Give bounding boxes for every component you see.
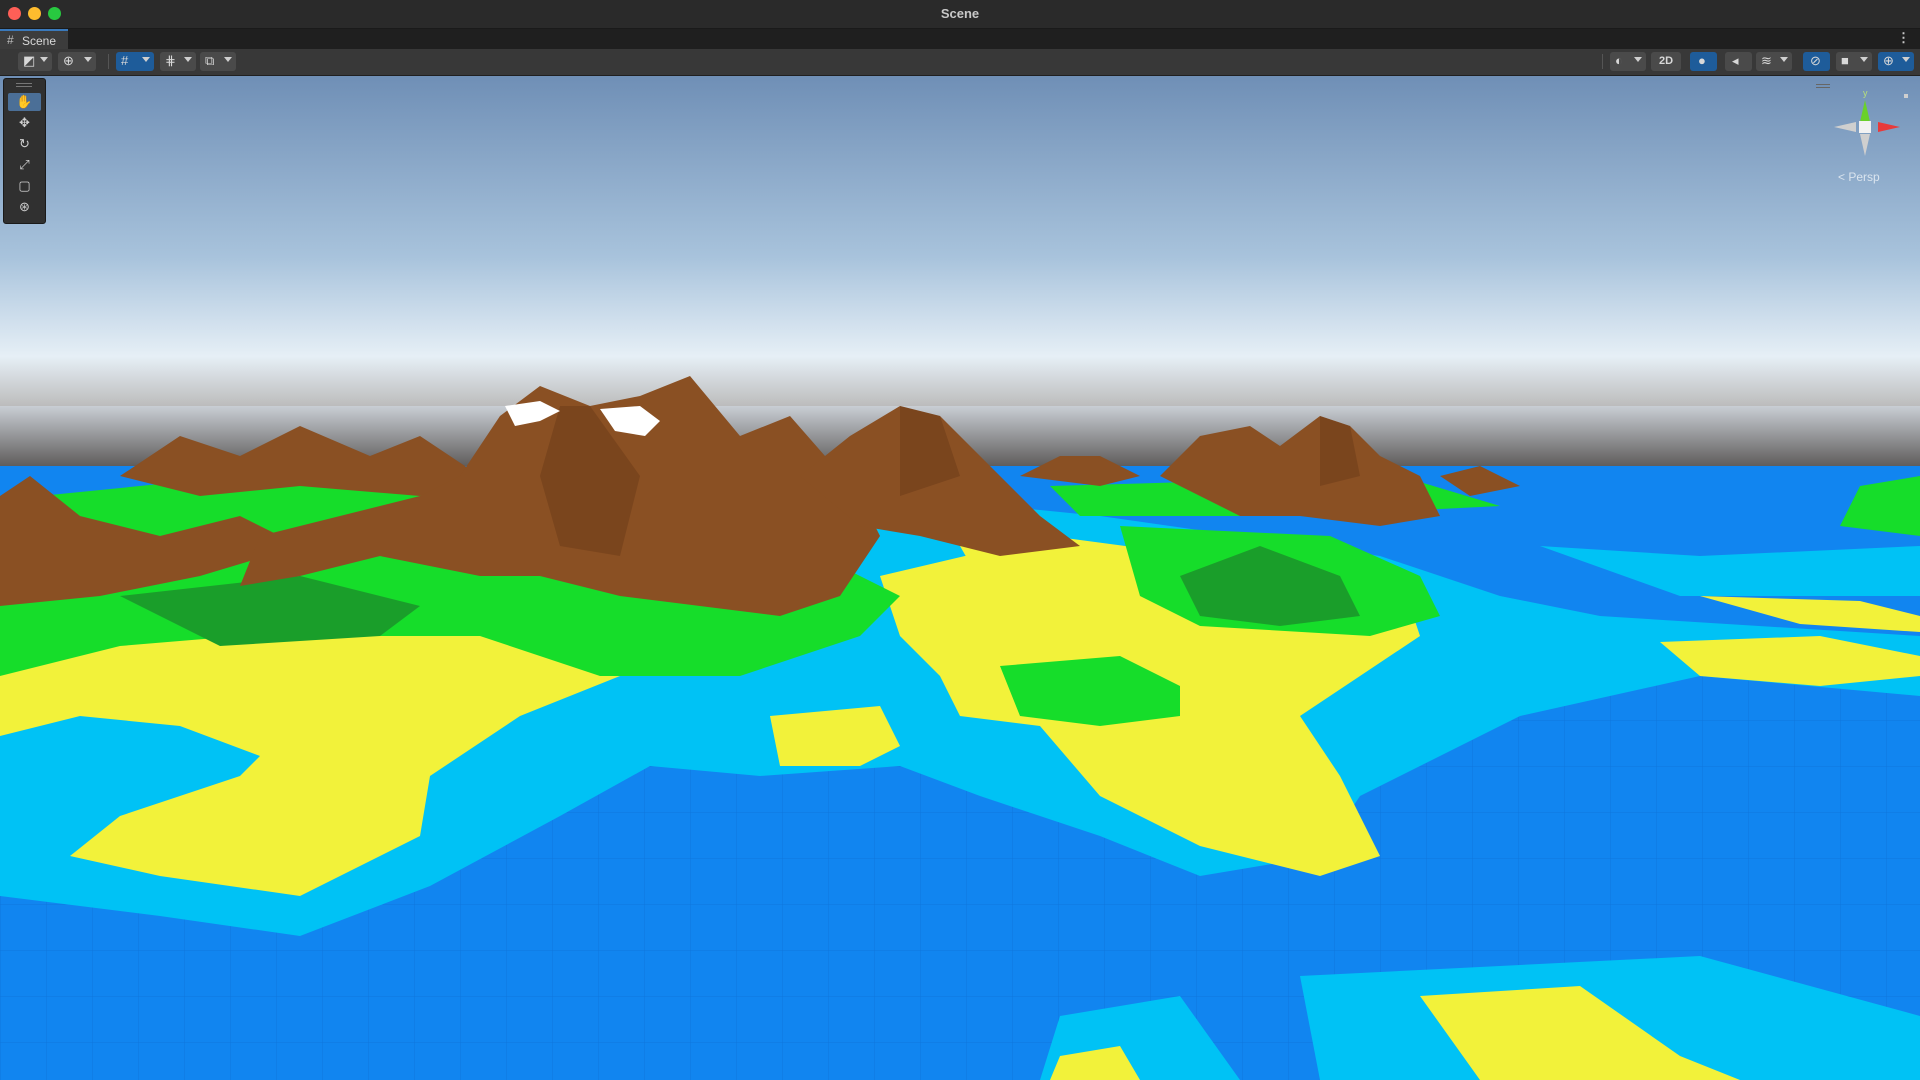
shaded-icon: ◩ [23, 53, 36, 68]
audio-toggle[interactable]: ◂ [1725, 52, 1752, 71]
transform-tool[interactable]: ⊛ [8, 198, 41, 216]
projection-text: Persp [1848, 170, 1880, 184]
effects-button[interactable]: ≋ [1756, 52, 1792, 71]
neg-y-axis-cone[interactable] [1860, 134, 1870, 156]
tools-grip[interactable] [16, 83, 32, 87]
2d-toggle-label: 2D [1658, 55, 1674, 67]
globe-icon: ⊕ [63, 53, 74, 68]
grid-visibility-button[interactable]: ⋕ [160, 52, 196, 71]
transform-icon: ⊛ [19, 199, 30, 214]
sphere-icon: ◐ [1615, 53, 1623, 68]
projection-label[interactable]: < Persp [1838, 170, 1880, 184]
y-axis-cone[interactable] [1860, 100, 1870, 122]
lighting-toggle[interactable]: ● [1690, 52, 1717, 71]
grid-snap-button[interactable]: # [116, 52, 154, 71]
eye-slash-icon: ⊘ [1810, 53, 1821, 68]
scene-toolbar: ◩ ⊕ # ⋕ ⧉ ◐ 2D ● ◂ ≋ ⊘ ■ ⊕ [0, 49, 1920, 76]
hand-tool[interactable]: ✋ [8, 93, 41, 111]
camera-button[interactable]: ■ [1836, 52, 1872, 71]
move-icon: ✥ [19, 115, 30, 130]
center-cube[interactable] [1859, 121, 1871, 133]
tab-bar: # Scene ⋮ [0, 29, 1920, 49]
hand-icon: ✋ [16, 94, 33, 109]
unity-window: Scene # Scene ⋮ ◩ ⊕ # ⋕ ⧉ ◐ 2D ● ◂ ≋ ⊘ ■… [0, 0, 1920, 1080]
global-local-button[interactable]: ⊕ [58, 52, 96, 71]
rect-tool[interactable]: ▢ [8, 177, 41, 195]
rotate-icon: ↻ [19, 136, 30, 151]
tab-menu-button[interactable]: ⋮ [1897, 30, 1910, 46]
camera-icon: ■ [1841, 53, 1849, 68]
rect-icon: ▢ [18, 178, 31, 193]
2d-toggle[interactable]: 2D [1651, 52, 1681, 71]
tab-scene[interactable]: # Scene [0, 29, 68, 49]
gizmo-icon: ⊕ [1883, 53, 1894, 68]
y-axis-label: y [1863, 88, 1868, 98]
gizmos-button[interactable]: ⊕ [1878, 52, 1914, 71]
shading-mode-button[interactable]: ◐ [1610, 52, 1646, 71]
draw-mode-button[interactable]: ◩ [18, 52, 52, 71]
window-title: Scene [940, 6, 980, 21]
hidden-objects-toggle[interactable]: ⊘ [1803, 52, 1830, 71]
scene-viewport[interactable] [0, 76, 1920, 1080]
speaker-icon: ◂ [1732, 53, 1739, 68]
bulb-icon: ● [1698, 53, 1706, 68]
scale-tool[interactable]: ⤢ [8, 156, 41, 174]
neg-x-axis-cone[interactable] [1834, 122, 1856, 132]
layers-icon: ≋ [1761, 53, 1772, 68]
x-axis-cone[interactable] [1878, 122, 1900, 132]
grid-icon: # [7, 33, 14, 47]
rotate-tool[interactable]: ↻ [8, 135, 41, 153]
scale-icon: ⤢ [19, 157, 30, 172]
grid-icon: ⋕ [165, 53, 176, 68]
grid-snap-icon: # [121, 53, 129, 68]
snap-icon: ⧉ [205, 53, 215, 68]
increment-snap-button[interactable]: ⧉ [200, 52, 236, 71]
title-bar: Scene [0, 0, 1920, 29]
move-tool[interactable]: ✥ [8, 114, 41, 132]
terrain-render [0, 76, 1920, 1080]
tab-scene-label: Scene [22, 34, 57, 48]
tools-overlay: ✋ ✥ ↻ ⤢ ▢ ⊛ [3, 78, 46, 224]
